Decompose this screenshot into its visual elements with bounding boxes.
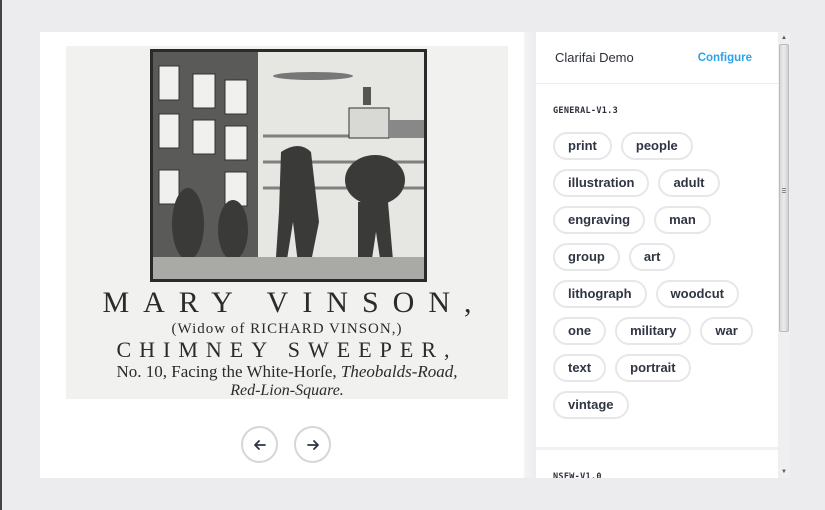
tag[interactable]: woodcut — [655, 280, 739, 308]
panel-divider — [524, 32, 536, 478]
tag[interactable]: vintage — [553, 391, 629, 419]
results-scrollbar[interactable]: ▲ ▼ — [778, 32, 790, 478]
tag[interactable]: adult — [658, 169, 720, 197]
next-image-button[interactable] — [294, 426, 331, 463]
scroll-up-arrow-icon[interactable]: ▲ — [778, 32, 790, 44]
tag[interactable]: one — [553, 317, 607, 345]
tag[interactable]: portrait — [615, 354, 691, 382]
scrollbar-thumb[interactable] — [779, 44, 789, 332]
tag[interactable]: engraving — [553, 206, 646, 234]
model-name: GENERAL-V1.3 — [553, 106, 619, 116]
tag[interactable]: text — [553, 354, 607, 382]
results-panel: Clarifai Demo Configure GENERAL-V1.3 pri… — [536, 32, 778, 478]
model-section-general: GENERAL-V1.3 print people illustration a… — [536, 84, 778, 450]
tag[interactable]: man — [654, 206, 711, 234]
woodcut-illustration — [150, 49, 427, 282]
caption-address: No. 10, Facing the White-Horſe, Theobald… — [66, 362, 508, 382]
input-image: MARY VINSON, (Widow of RICHARD VINSON,) … — [66, 46, 508, 399]
image-caption: MARY VINSON, (Widow of RICHARD VINSON,) … — [66, 286, 508, 399]
model-section-nsfw: NSFW-V1.0 — [536, 450, 778, 478]
arrow-right-icon — [306, 439, 319, 450]
woodcut-scene — [153, 52, 424, 279]
tag[interactable]: illustration — [553, 169, 650, 197]
image-navigation — [40, 426, 524, 463]
caption-widow: (Widow of RICHARD VINSON,) — [171, 321, 403, 337]
scroll-down-arrow-icon[interactable]: ▼ — [778, 466, 790, 478]
tag-list: print people illustration adult engravin… — [553, 132, 760, 419]
caption-address-italic: Theobalds-Road, — [340, 362, 458, 381]
grip-icon — [782, 188, 786, 193]
tag[interactable]: military — [615, 317, 692, 345]
tag[interactable]: print — [553, 132, 612, 160]
results-header: Clarifai Demo Configure — [536, 32, 778, 84]
tag[interactable]: group — [553, 243, 620, 271]
panel-title: Clarifai Demo — [555, 50, 634, 65]
tag[interactable]: art — [628, 243, 676, 271]
caption-name: MARY VINSON, — [102, 286, 486, 319]
caption-trade: CHIMNEY SWEEPER, — [116, 337, 458, 362]
tag[interactable]: war — [700, 317, 753, 345]
caption-square: Red-Lion-Square. — [230, 382, 344, 399]
arrow-left-icon — [253, 439, 266, 450]
tag[interactable]: people — [620, 132, 693, 160]
configure-link[interactable]: Configure — [698, 52, 752, 64]
tag[interactable]: lithograph — [553, 280, 647, 308]
previous-image-button[interactable] — [241, 426, 278, 463]
model-name: NSFW-V1.0 — [553, 472, 602, 478]
image-panel: MARY VINSON, (Widow of RICHARD VINSON,) … — [40, 32, 524, 478]
caption-address-plain: No. 10, Facing the White-Horſe, — [116, 362, 341, 381]
